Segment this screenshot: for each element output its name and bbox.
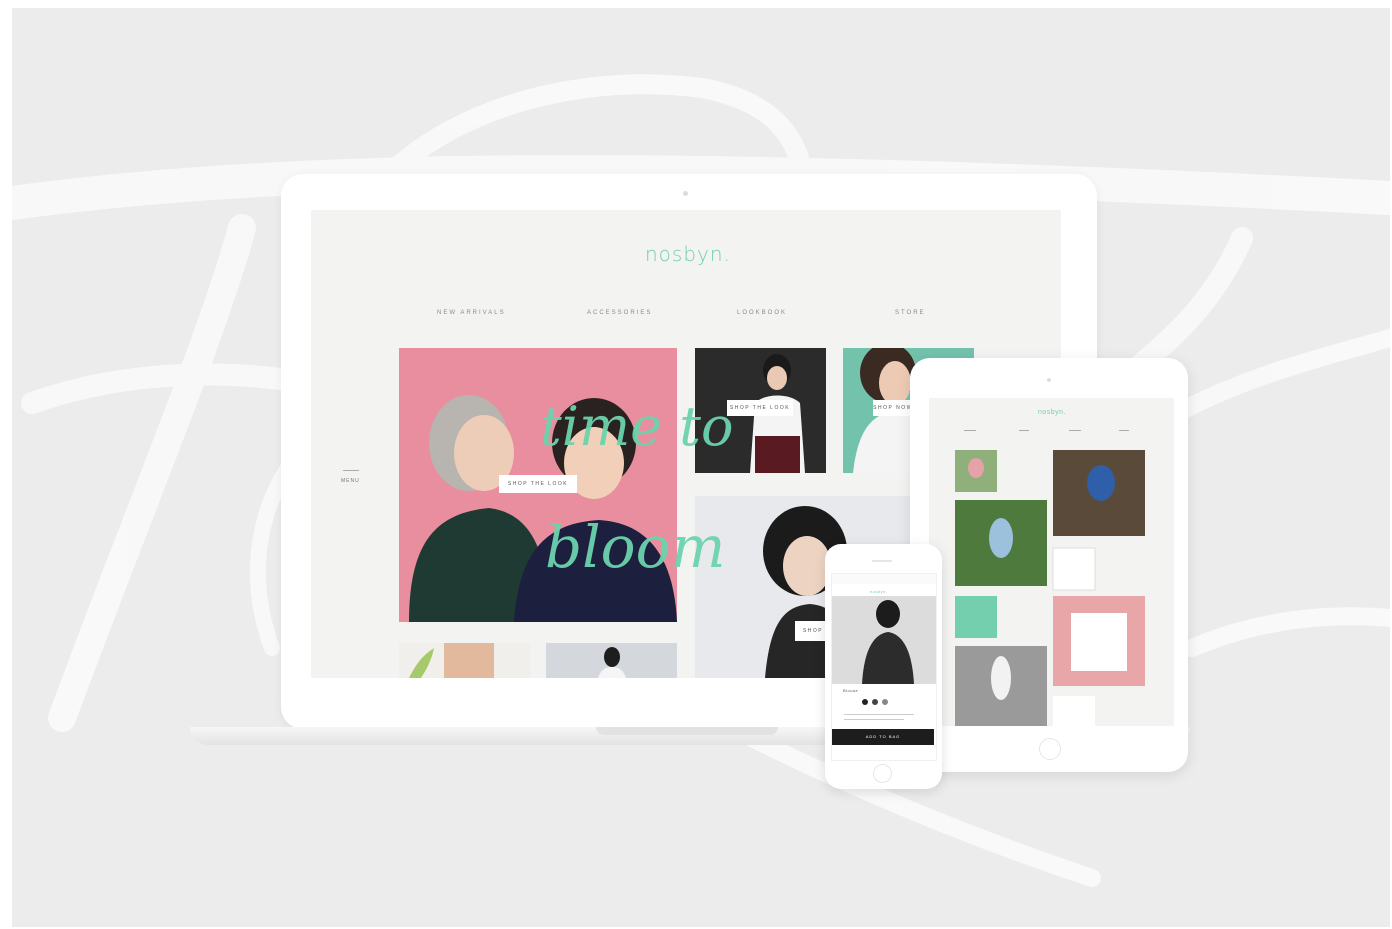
product-tile-gray[interactable] <box>546 643 677 678</box>
shop-the-look-tag-2[interactable]: SHOP THE LOOK <box>727 400 793 416</box>
shop-the-look-tag[interactable]: SHOP THE LOOK <box>499 475 577 493</box>
laptop-notch <box>596 727 778 735</box>
tablet-home-button <box>1039 738 1061 760</box>
laptop-camera <box>683 191 688 196</box>
hero-script-line-2: bloom <box>545 513 726 581</box>
site-logo[interactable]: nosbyn. <box>645 242 731 266</box>
product-photo-gray <box>546 643 677 678</box>
product-photo-beige <box>399 643 530 678</box>
phone-product-name: Blouse <box>843 688 859 693</box>
tablet-camera <box>1047 378 1051 382</box>
nav-lookbook[interactable]: LOOKBOOK <box>737 310 787 316</box>
tablet-logo[interactable]: nosbyn. <box>1038 409 1066 416</box>
side-menu-label[interactable]: MENU <box>341 478 360 484</box>
add-to-bag-button[interactable]: ADD TO BAG <box>832 729 934 745</box>
tablet-screen <box>929 398 1174 726</box>
shop-now-tag[interactable]: SHOP NOW <box>873 400 913 416</box>
nav-store[interactable]: STORE <box>895 310 926 316</box>
tablet-site-preview <box>929 398 1174 726</box>
product-tile-beige[interactable] <box>399 643 530 678</box>
phone-logo[interactable]: nosbyn. <box>870 589 888 594</box>
nav-new-arrivals[interactable]: NEW ARRIVALS <box>437 310 506 316</box>
phone-speaker <box>872 560 892 562</box>
phone-home-button <box>873 764 892 783</box>
nav-accessories[interactable]: ACCESSORIES <box>587 310 652 316</box>
hamburger-icon[interactable] <box>343 470 359 471</box>
hero-script-line-1: time to <box>540 395 734 458</box>
